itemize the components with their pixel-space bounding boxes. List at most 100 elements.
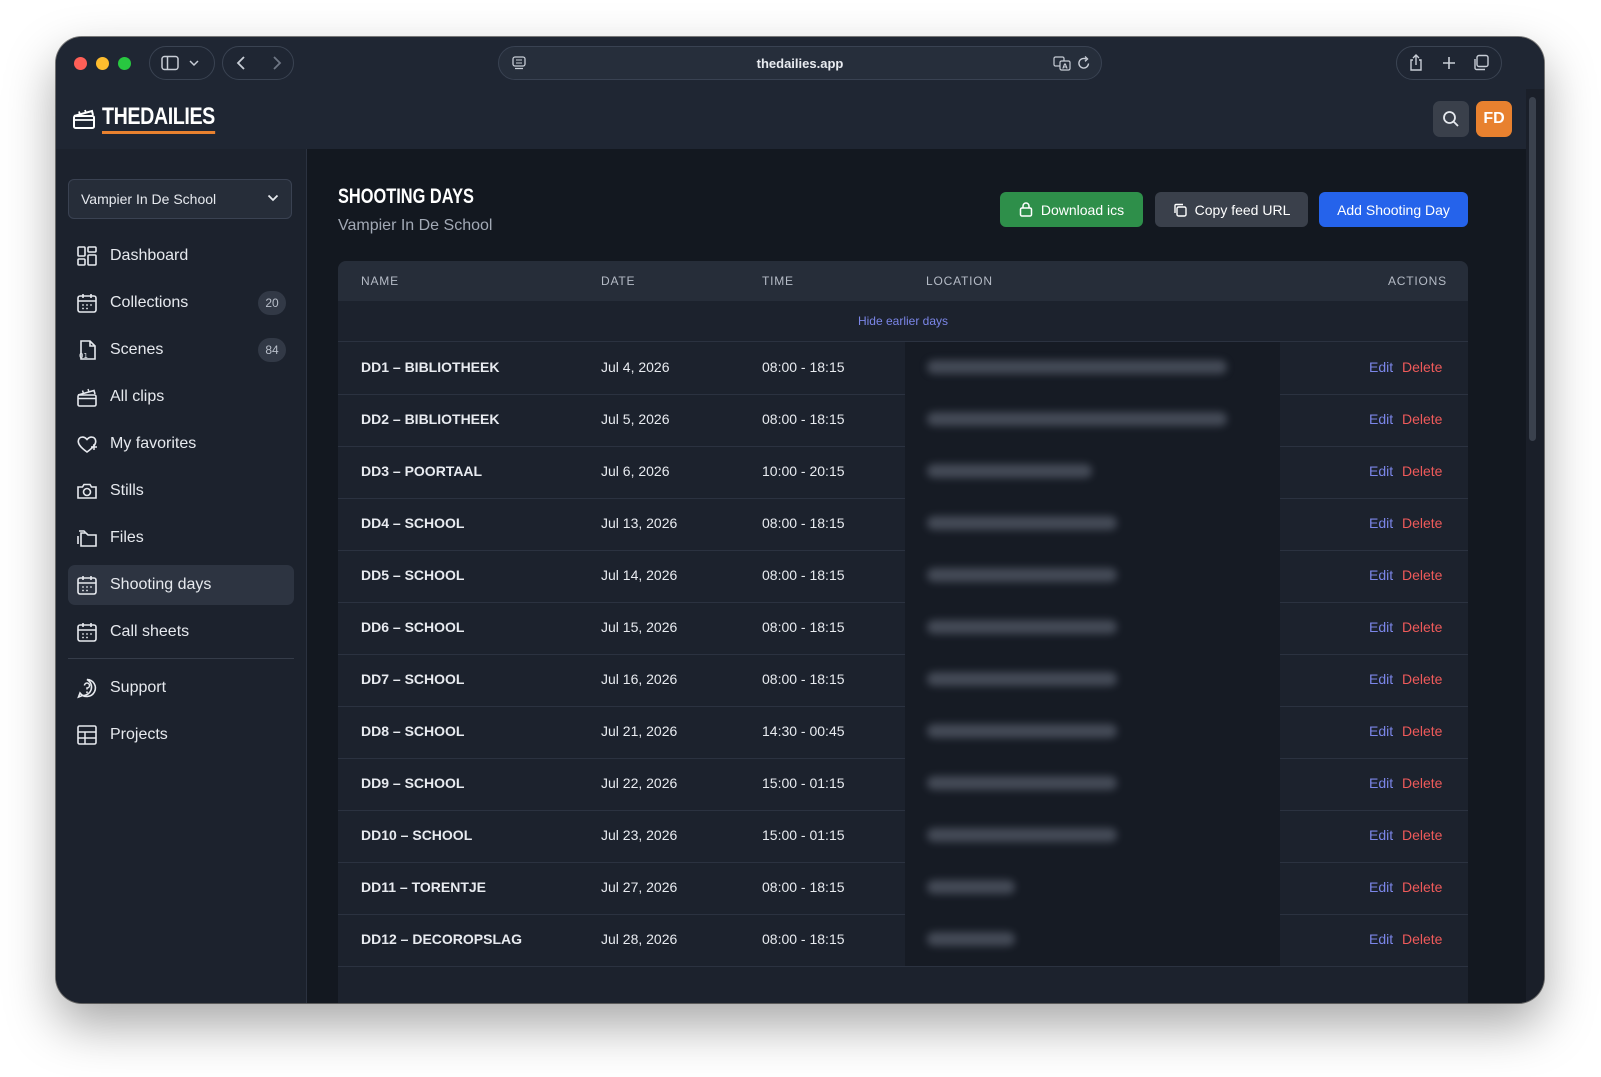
delete-link[interactable]: Delete	[1402, 463, 1442, 479]
project-select-value: Vampier In De School	[81, 191, 217, 207]
delete-link[interactable]: Delete	[1402, 671, 1442, 687]
sidebar-item-dashboard[interactable]: Dashboard	[68, 236, 294, 276]
support-icon	[77, 678, 97, 699]
delete-link[interactable]: Delete	[1402, 775, 1442, 791]
delete-link[interactable]: Delete	[1402, 931, 1442, 947]
edit-link[interactable]: Edit	[1369, 879, 1393, 895]
shooting-day-time: 15:00 - 01:15	[762, 827, 845, 843]
add-shooting-day-button[interactable]: Add Shooting Day	[1319, 192, 1468, 227]
sidebar-item-shooting-days[interactable]: Shooting days	[68, 565, 294, 605]
delete-link[interactable]: Delete	[1402, 411, 1442, 427]
redacted-location	[927, 620, 1117, 634]
hide-earlier-days-link[interactable]: Hide earlier days	[338, 301, 1468, 342]
user-avatar[interactable]: FD	[1476, 101, 1512, 137]
shooting-day-date: Jul 5, 2026	[601, 411, 670, 427]
share-icon[interactable]	[1408, 54, 1424, 72]
new-tab-icon[interactable]	[1442, 56, 1456, 70]
shooting-day-name: DD10 – SCHOOL	[361, 827, 473, 843]
search-icon	[1443, 111, 1459, 127]
delete-link[interactable]: Delete	[1402, 827, 1442, 843]
location-cell	[905, 706, 1280, 758]
edit-link[interactable]: Edit	[1369, 359, 1393, 375]
scenes-icon: 01	[79, 340, 96, 360]
shooting-day-date: Jul 16, 2026	[601, 671, 678, 687]
table-row: DD3 – POORTAAL Jul 6, 2026 10:00 - 20:15 Ed…	[338, 446, 1468, 499]
back-icon[interactable]	[236, 56, 248, 70]
redacted-location	[927, 880, 1015, 894]
sidebar-item-files[interactable]: Files	[68, 518, 294, 558]
table-row: DD2 – BIBLIOTHEEK Jul 5, 2026 08:00 - 18:1…	[338, 394, 1468, 447]
page-settings-icon[interactable]	[511, 55, 527, 71]
redacted-location	[927, 516, 1117, 530]
sidebar-item-all-clips[interactable]: All clips	[68, 377, 294, 417]
shooting-day-time: 08:00 - 18:15	[762, 931, 845, 947]
sidebar-item-projects[interactable]: Projects	[68, 715, 294, 755]
table-row: DD9 – SCHOOL Jul 22, 2026 15:00 - 01:15 Edi…	[338, 758, 1468, 811]
search-button[interactable]	[1433, 101, 1469, 137]
delete-link[interactable]: Delete	[1402, 723, 1442, 739]
address-bar[interactable]: thedailies.app A	[498, 46, 1102, 80]
reload-icon[interactable]	[1077, 55, 1091, 71]
table-row: DD4 – SCHOOL Jul 13, 2026 08:00 - 18:15 Edi…	[338, 498, 1468, 551]
calendar-icon	[77, 294, 97, 313]
sidebar-divider	[68, 658, 294, 659]
edit-link[interactable]: Edit	[1369, 567, 1393, 583]
minimize-window-button[interactable]	[96, 57, 109, 70]
translate-icon[interactable]: A	[1053, 55, 1071, 71]
shooting-day-name: DD7 – SCHOOL	[361, 671, 465, 687]
delete-link[interactable]: Delete	[1402, 567, 1442, 583]
delete-link[interactable]: Delete	[1402, 359, 1442, 375]
page-scrollbar-thumb[interactable]	[1529, 97, 1536, 441]
shooting-day-name: DD9 – SCHOOL	[361, 775, 465, 791]
sidebar-item-call-sheets[interactable]: Call sheets	[68, 612, 294, 652]
add-shooting-day-label: Add Shooting Day	[1337, 201, 1450, 218]
shooting-day-time: 08:00 - 18:15	[762, 515, 845, 531]
sidebar-item-scenes[interactable]: 01 Scenes 84	[68, 330, 294, 370]
column-header-actions: ACTIONS	[1388, 274, 1447, 288]
shooting-day-date: Jul 28, 2026	[601, 931, 678, 947]
delete-link[interactable]: Delete	[1402, 515, 1442, 531]
sidebar-item-my-favorites[interactable]: My favorites	[68, 424, 294, 464]
logo-text: THEDAILIES	[102, 104, 215, 134]
shooting-day-time: 08:00 - 18:15	[762, 411, 845, 427]
location-cell	[905, 862, 1280, 914]
edit-link[interactable]: Edit	[1369, 619, 1393, 635]
project-select[interactable]: Vampier In De School	[68, 179, 292, 219]
edit-link[interactable]: Edit	[1369, 827, 1393, 843]
calendar-icon	[77, 576, 97, 595]
location-cell	[905, 550, 1280, 602]
app-logo[interactable]: THEDAILIES	[72, 104, 240, 134]
chevron-down-icon	[189, 60, 199, 67]
edit-link[interactable]: Edit	[1369, 671, 1393, 687]
edit-link[interactable]: Edit	[1369, 515, 1393, 531]
sidebar-item-label: Collections	[110, 294, 189, 311]
close-window-button[interactable]	[74, 57, 87, 70]
sidebar-item-collections[interactable]: Collections 20	[68, 283, 294, 323]
download-ics-button[interactable]: Download ics	[1000, 192, 1143, 227]
sidebar-toggle-button[interactable]	[149, 46, 215, 80]
delete-link[interactable]: Delete	[1402, 619, 1442, 635]
delete-link[interactable]: Delete	[1402, 879, 1442, 895]
edit-link[interactable]: Edit	[1369, 411, 1393, 427]
forward-icon[interactable]	[270, 56, 282, 70]
redacted-location	[927, 828, 1117, 842]
shooting-day-date: Jul 27, 2026	[601, 879, 678, 895]
table-header: NAME DATE TIME LOCATION ACTIONS	[338, 261, 1468, 301]
sidebar-item-stills[interactable]: Stills	[68, 471, 294, 511]
edit-link[interactable]: Edit	[1369, 723, 1393, 739]
shooting-day-time: 15:00 - 01:15	[762, 775, 845, 791]
sidebar-item-support[interactable]: Support	[68, 668, 294, 708]
copy-feed-url-button[interactable]: Copy feed URL	[1155, 192, 1308, 227]
copy-icon	[1173, 203, 1187, 217]
shooting-day-name: DD2 – BIBLIOTHEEK	[361, 411, 500, 427]
copy-feed-url-label: Copy feed URL	[1194, 201, 1291, 218]
zoom-window-button[interactable]	[118, 57, 131, 70]
table-row: DD12 – DECOROPSLAG Jul 28, 2026 08:00 - 18…	[338, 914, 1468, 967]
table-row: DD10 – SCHOOL Jul 23, 2026 15:00 - 01:15 Ed…	[338, 810, 1468, 863]
calendar-icon	[77, 623, 97, 642]
shooting-days-table: NAME DATE TIME LOCATION ACTIONS Hide ear…	[338, 261, 1468, 1003]
tab-overview-icon[interactable]	[1472, 54, 1490, 72]
edit-link[interactable]: Edit	[1369, 463, 1393, 479]
edit-link[interactable]: Edit	[1369, 931, 1393, 947]
edit-link[interactable]: Edit	[1369, 775, 1393, 791]
